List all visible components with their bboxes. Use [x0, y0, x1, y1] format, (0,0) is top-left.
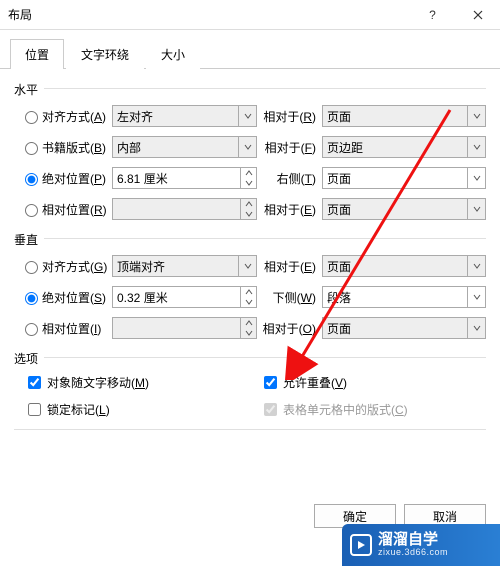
combo-h-rel-rel[interactable]: 页面 [322, 198, 486, 220]
radio-h-book[interactable]: 书籍版式(B) [14, 139, 112, 156]
chevron-down-icon [241, 209, 256, 219]
checkbox-overlap-input[interactable] [264, 376, 277, 389]
checkbox-move-with-text[interactable]: 对象随文字移动(M) [14, 369, 250, 396]
spinner-buttons[interactable] [240, 287, 256, 307]
combo-h-abs-rel[interactable]: 页面 [322, 167, 486, 189]
combo-h-book-value[interactable]: 内部 [112, 136, 257, 158]
group-horizontal-label: 水平 [14, 75, 486, 100]
tab-wrapping[interactable]: 文字环绕 [66, 39, 144, 69]
tab-bar: 位置 文字环绕 大小 [0, 30, 500, 69]
chevron-down-icon [467, 199, 485, 219]
row-v-abs: 绝对位置(S) 0.32 厘米 下侧(W) 段落 [14, 282, 486, 312]
group-options-label: 选项 [14, 344, 486, 369]
radio-v-abs[interactable]: 绝对位置(S) [14, 289, 112, 306]
group-vertical-label: 垂直 [14, 225, 486, 250]
radio-h-rel[interactable]: 相对位置(R) [14, 201, 112, 218]
chevron-down-icon [238, 106, 256, 126]
titlebar: 布局 ? [0, 0, 500, 30]
label-h-rel-rel: 相对于(E) [257, 201, 322, 218]
checkbox-table-layout: 表格单元格中的版式(C) [250, 396, 486, 423]
radio-h-abs[interactable]: 绝对位置(P) [14, 170, 112, 187]
chevron-down-icon [467, 106, 485, 126]
chevron-down-icon [238, 256, 256, 276]
window-title: 布局 [8, 6, 410, 23]
spinner-h-abs-value[interactable]: 6.81 厘米 [112, 167, 257, 189]
chevron-down-icon [241, 328, 256, 338]
spinner-buttons[interactable] [240, 168, 256, 188]
chevron-down-icon [467, 137, 485, 157]
separator [14, 429, 486, 430]
chevron-down-icon [238, 137, 256, 157]
chevron-down-icon [467, 256, 485, 276]
label-h-abs-rel: 右侧(T) [257, 170, 322, 187]
radio-h-abs-input[interactable] [25, 173, 38, 186]
combo-h-book-rel[interactable]: 页边距 [322, 136, 486, 158]
chevron-up-icon [241, 318, 256, 328]
label-h-book-rel: 相对于(F) [257, 139, 322, 156]
radio-v-abs-input[interactable] [25, 292, 38, 305]
chevron-up-icon [241, 287, 256, 297]
row-h-rel: 相对位置(R) 相对于(E) 页面 [14, 194, 486, 224]
tab-position[interactable]: 位置 [10, 39, 64, 69]
chevron-down-icon [467, 287, 485, 307]
checkbox-move-input[interactable] [28, 376, 41, 389]
tab-size[interactable]: 大小 [146, 39, 200, 69]
radio-h-align-input[interactable] [25, 111, 38, 124]
row-h-abs: 绝对位置(P) 6.81 厘米 右侧(T) 页面 [14, 163, 486, 193]
watermark-brand: 溜溜自学 [378, 532, 448, 549]
play-icon [350, 534, 372, 556]
chevron-down-icon [241, 178, 256, 188]
radio-v-rel[interactable]: 相对位置(I) [14, 320, 112, 337]
chevron-up-icon [241, 199, 256, 209]
close-button[interactable] [455, 0, 500, 30]
chevron-down-icon [241, 297, 256, 307]
row-h-align: 对齐方式(A) 左对齐 相对于(R) 页面 [14, 101, 486, 131]
spinner-v-rel-value[interactable] [112, 317, 257, 339]
label-v-rel-rel: 相对于(O) [257, 320, 322, 337]
combo-h-align-value[interactable]: 左对齐 [112, 105, 257, 127]
combo-v-align-rel[interactable]: 页面 [322, 255, 486, 277]
spinner-v-abs-value[interactable]: 0.32 厘米 [112, 286, 257, 308]
spinner-buttons[interactable] [240, 318, 256, 338]
row-h-book: 书籍版式(B) 内部 相对于(F) 页边距 [14, 132, 486, 162]
label-v-align-rel: 相对于(E) [257, 258, 322, 275]
help-button[interactable]: ? [410, 0, 455, 30]
spinner-h-rel-value[interactable] [112, 198, 257, 220]
radio-h-align[interactable]: 对齐方式(A) [14, 108, 112, 125]
checkbox-lock-anchor[interactable]: 锁定标记(L) [14, 396, 250, 423]
combo-v-align-value[interactable]: 顶端对齐 [112, 255, 257, 277]
close-icon [473, 10, 483, 20]
row-v-align: 对齐方式(G) 顶端对齐 相对于(E) 页面 [14, 251, 486, 281]
chevron-up-icon [241, 168, 256, 178]
checkbox-lock-input[interactable] [28, 403, 41, 416]
checkbox-allow-overlap[interactable]: 允许重叠(V) [250, 369, 486, 396]
row-v-rel: 相对位置(I) 相对于(O) 页面 [14, 313, 486, 343]
label-h-align-rel: 相对于(R) [257, 108, 322, 125]
chevron-down-icon [467, 318, 485, 338]
checkbox-table-input [264, 403, 277, 416]
combo-v-rel-rel[interactable]: 页面 [322, 317, 486, 339]
combo-v-abs-rel[interactable]: 段落 [322, 286, 486, 308]
radio-h-book-input[interactable] [25, 142, 38, 155]
radio-v-rel-input[interactable] [25, 323, 38, 336]
watermark: 溜溜自学 zixue.3d66.com [342, 524, 500, 566]
label-v-abs-rel: 下侧(W) [257, 289, 322, 306]
chevron-down-icon [467, 168, 485, 188]
radio-v-align[interactable]: 对齐方式(G) [14, 258, 112, 275]
spinner-buttons[interactable] [240, 199, 256, 219]
watermark-url: zixue.3d66.com [378, 548, 448, 558]
radio-v-align-input[interactable] [25, 261, 38, 274]
radio-h-rel-input[interactable] [25, 204, 38, 217]
options-wrap: 对象随文字移动(M) 锁定标记(L) 允许重叠(V) 表格单元格中的版式(C) [14, 369, 486, 423]
combo-h-align-rel[interactable]: 页面 [322, 105, 486, 127]
